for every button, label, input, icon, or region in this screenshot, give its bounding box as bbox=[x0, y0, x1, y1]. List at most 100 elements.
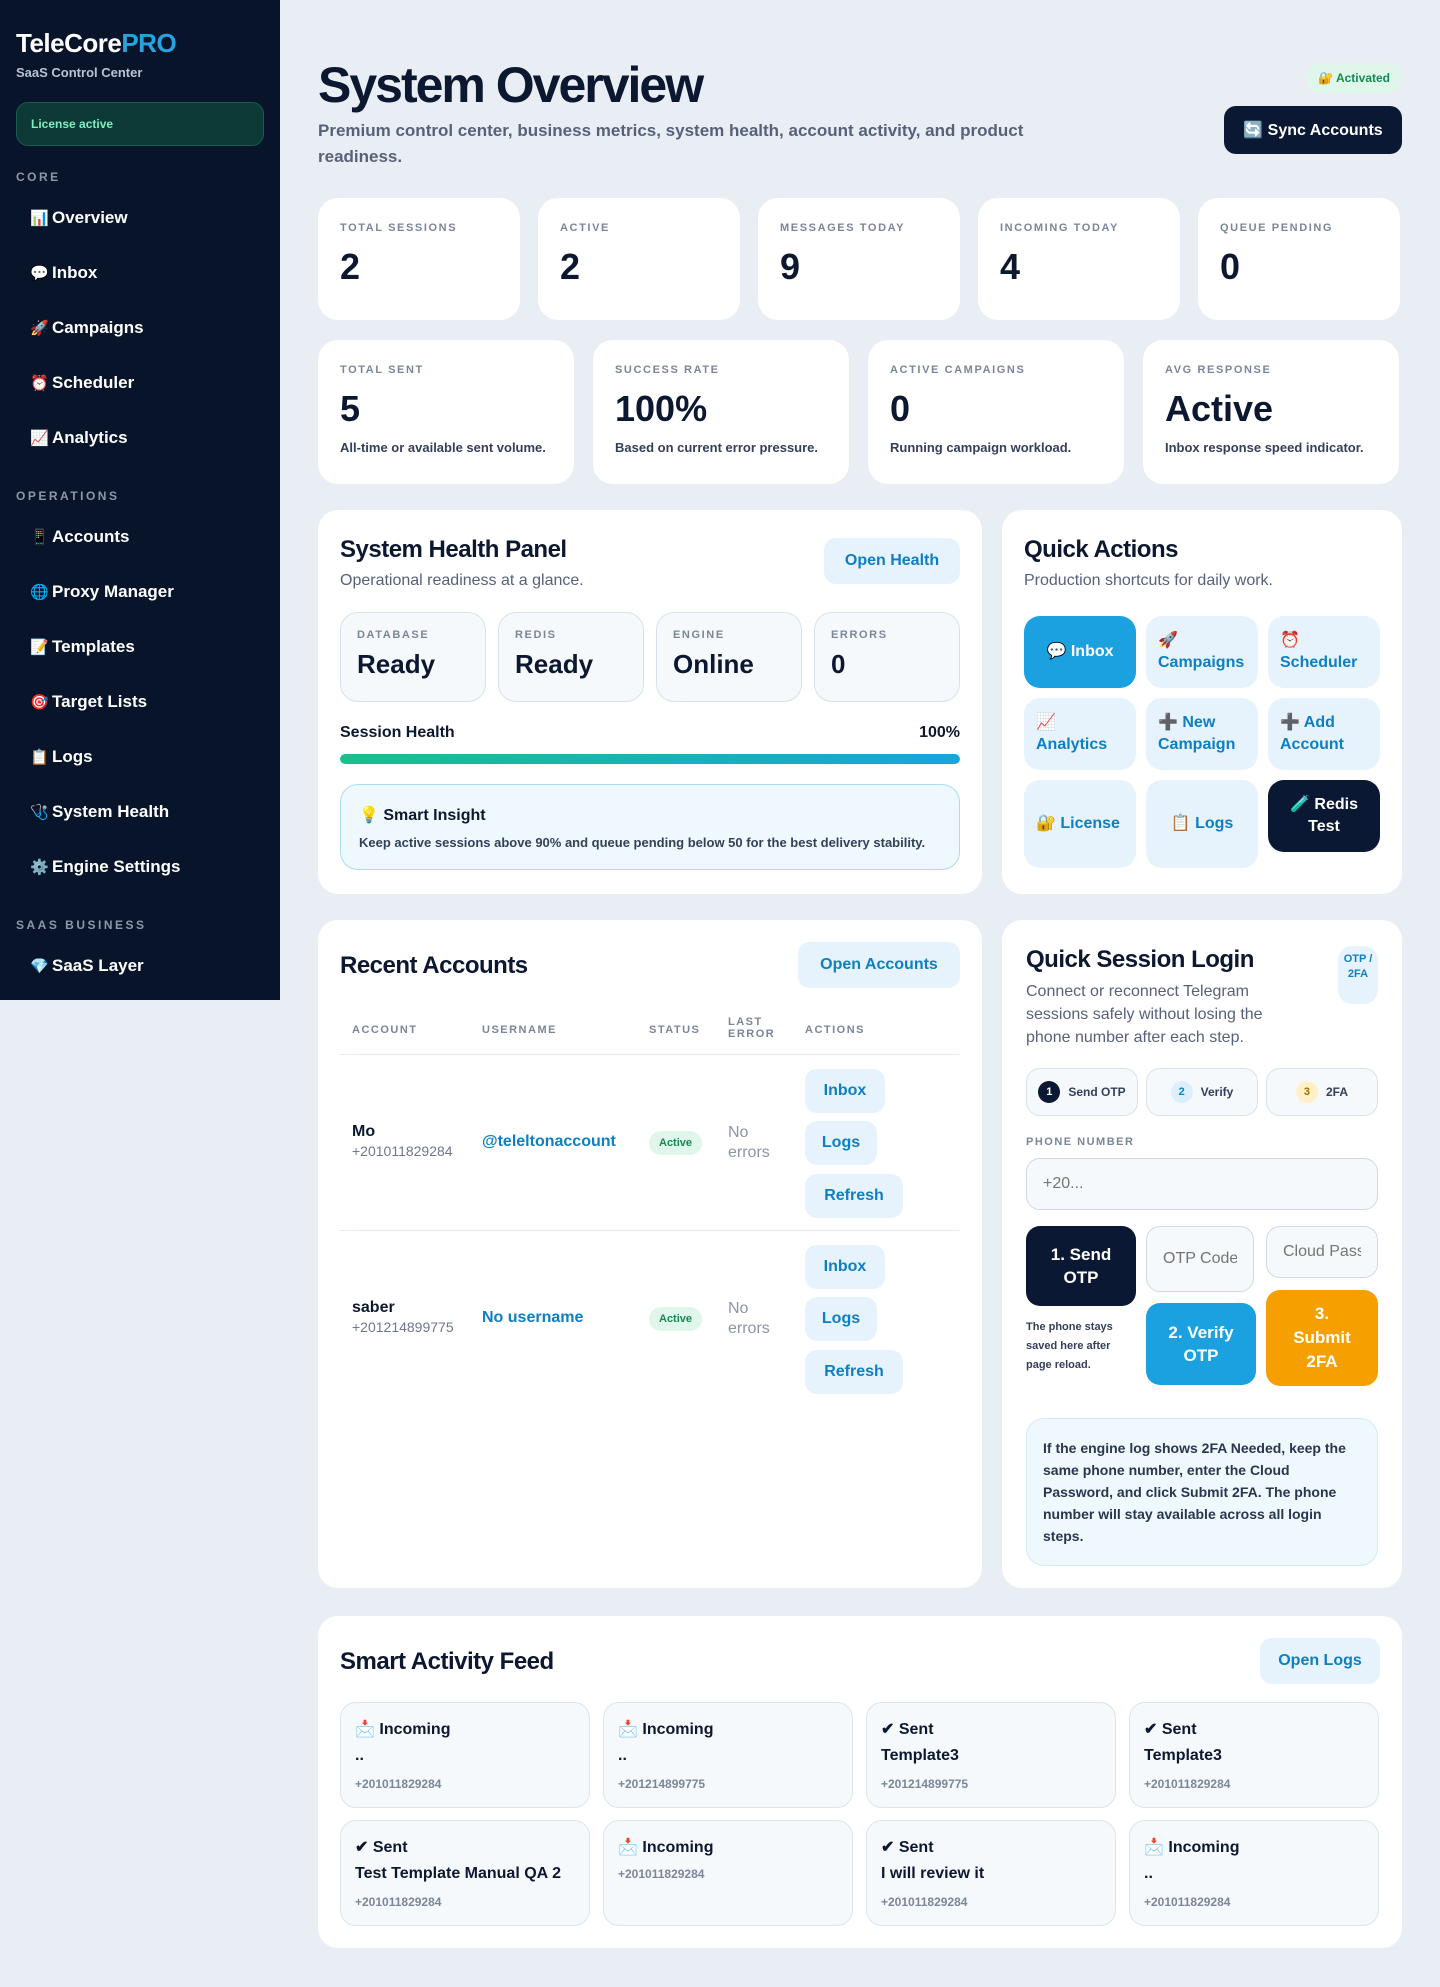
activity-item[interactable]: 📩 Incoming .. +201011829284 bbox=[1129, 1820, 1379, 1926]
sidebar-item-scheduler[interactable]: ⏰ Scheduler bbox=[16, 355, 264, 410]
activity-item[interactable]: 📩 Incoming +201011829284 bbox=[603, 1820, 853, 1926]
section-label-saas-business: SAAS BUSINESS bbox=[16, 918, 147, 932]
open-accounts-button[interactable]: Open Accounts bbox=[798, 942, 960, 988]
sidebar-item-inbox[interactable]: 💬 Inbox bbox=[16, 245, 264, 300]
sidebar-item-analytics[interactable]: 📈 Analytics bbox=[16, 410, 264, 465]
sidebar-item-accounts[interactable]: 📱 Accounts bbox=[16, 509, 264, 564]
sidebar-item-system-health[interactable]: 🩺 System Health bbox=[16, 784, 264, 839]
stat-card-success-rate: SUCCESS RATE 100% Based on current error… bbox=[593, 340, 849, 484]
activity-item[interactable]: 📩 Incoming .. +201214899775 bbox=[603, 1702, 853, 1808]
sidebar-item-saas-layer[interactable]: 💎 SaaS Layer bbox=[16, 938, 264, 993]
memo-icon: 📝 bbox=[30, 638, 49, 656]
health-box-redis: REDIS Ready bbox=[498, 612, 644, 702]
activity-body: .. bbox=[355, 1747, 364, 1764]
status-badge: Active bbox=[649, 1131, 703, 1155]
account-name: Mo bbox=[352, 1123, 376, 1140]
sidebar-item-campaigns[interactable]: 🚀 Campaigns bbox=[16, 300, 264, 355]
column-header-actions: ACTIONS bbox=[805, 1024, 865, 1036]
row-refresh-button[interactable]: Refresh bbox=[805, 1174, 903, 1218]
account-name: saber bbox=[352, 1299, 395, 1316]
stat-label: SUCCESS RATE bbox=[615, 364, 720, 376]
sidebar-item-templates[interactable]: 📝 Templates bbox=[16, 619, 264, 674]
otp-code-input[interactable] bbox=[1146, 1226, 1254, 1292]
stat-card-total-sent: TOTAL SENT 5 All-time or available sent … bbox=[318, 340, 574, 484]
brand-logo[interactable]: TeleCorePRO bbox=[16, 28, 264, 59]
stat-label: ACTIVE bbox=[560, 222, 610, 234]
alarm-clock-icon: ⏰ bbox=[30, 374, 49, 392]
send-otp-button[interactable]: 1. Send OTP bbox=[1026, 1226, 1136, 1306]
activity-phone: +201011829284 bbox=[1144, 1777, 1231, 1791]
step-2fa[interactable]: 3 2FA bbox=[1266, 1068, 1378, 1116]
step-number: 1 bbox=[1038, 1081, 1061, 1103]
submit-2fa-button[interactable]: 3. Submit 2FA bbox=[1266, 1290, 1378, 1386]
account-username[interactable]: No username bbox=[482, 1309, 583, 1327]
sidebar-item-engine-settings[interactable]: ⚙️ Engine Settings bbox=[16, 839, 264, 894]
activity-item[interactable]: ✔ Sent Template3 +201214899775 bbox=[866, 1702, 1116, 1808]
quick-action-new-campaign[interactable]: ➕ New Campaign bbox=[1146, 698, 1258, 770]
account-phone: +201011829284 bbox=[352, 1143, 453, 1159]
phone-saved-note: The phone stays saved here after page re… bbox=[1026, 1321, 1113, 1371]
step-send-otp[interactable]: 1 Send OTP bbox=[1026, 1068, 1138, 1116]
panel-title: Quick Session Login bbox=[1026, 946, 1254, 973]
globe-icon: 🌐 bbox=[30, 583, 49, 601]
open-health-button[interactable]: Open Health bbox=[824, 538, 960, 584]
health-label: REDIS bbox=[515, 629, 557, 641]
account-username[interactable]: @teleltonaccount bbox=[482, 1133, 616, 1151]
sidebar-item-proxy-manager[interactable]: 🌐 Proxy Manager bbox=[16, 564, 264, 619]
stat-value: 2 bbox=[560, 246, 581, 287]
row-logs-button[interactable]: Logs bbox=[805, 1121, 877, 1165]
step-verify[interactable]: 2 Verify bbox=[1146, 1068, 1258, 1116]
row-inbox-button[interactable]: Inbox bbox=[805, 1069, 885, 1113]
phone-number-input[interactable] bbox=[1026, 1158, 1378, 1210]
row-refresh-button[interactable]: Refresh bbox=[805, 1350, 903, 1394]
row-logs-button[interactable]: Logs bbox=[805, 1297, 877, 1341]
column-header-account: ACCOUNT bbox=[352, 1024, 418, 1036]
license-badge: License active bbox=[16, 102, 264, 146]
verify-otp-button[interactable]: 2. Verify OTP bbox=[1146, 1303, 1256, 1385]
quick-action-redis-test[interactable]: 🧪 Redis Test bbox=[1268, 780, 1380, 852]
step-label: Verify bbox=[1200, 1085, 1234, 1099]
sidebar-item-logs[interactable]: 📋 Logs bbox=[16, 729, 264, 784]
activity-item[interactable]: ✔ Sent Template3 +201011829284 bbox=[1129, 1702, 1379, 1808]
cloud-password-input[interactable] bbox=[1266, 1226, 1378, 1278]
step-label: Send OTP bbox=[1068, 1085, 1126, 1099]
quick-action-inbox[interactable]: 💬 Inbox bbox=[1024, 616, 1136, 688]
quick-actions-panel: Quick Actions Production shortcuts for d… bbox=[1002, 510, 1402, 894]
sidebar-item-target-lists[interactable]: 🎯 Target Lists bbox=[16, 674, 264, 729]
row-inbox-button[interactable]: Inbox bbox=[805, 1245, 885, 1289]
activity-phone: +201214899775 bbox=[881, 1777, 969, 1791]
step-number: 2 bbox=[1170, 1081, 1193, 1103]
quick-action-logs[interactable]: 📋 Logs bbox=[1146, 780, 1258, 868]
quick-action-analytics[interactable]: 📈 Analytics bbox=[1024, 698, 1136, 770]
health-box-database: DATABASE Ready bbox=[340, 612, 486, 702]
activity-item[interactable]: 📩 Incoming .. +201011829284 bbox=[340, 1702, 590, 1808]
sync-accounts-button[interactable]: 🔄 Sync Accounts bbox=[1224, 106, 1402, 154]
health-label: ENGINE bbox=[673, 629, 725, 641]
stat-note: Inbox response speed indicator. bbox=[1165, 440, 1364, 455]
phone-icon: 📱 bbox=[30, 528, 49, 546]
sidebar-item-label: Engine Settings bbox=[52, 856, 181, 876]
sidebar-item-label: SaaS Layer bbox=[52, 955, 144, 975]
stat-note: Based on current error pressure. bbox=[615, 440, 819, 455]
quick-action-license[interactable]: 🔐 License bbox=[1024, 780, 1136, 868]
clipboard-icon: 📋 bbox=[30, 748, 49, 766]
quick-action-add-account[interactable]: ➕ Add Account bbox=[1268, 698, 1380, 770]
brand-subtitle: SaaS Control Center bbox=[16, 65, 143, 80]
speech-bubble-icon: 💬 bbox=[30, 264, 49, 282]
section-label-operations: OPERATIONS bbox=[16, 489, 120, 503]
stat-label: ACTIVE CAMPAIGNS bbox=[890, 364, 1026, 376]
activity-item[interactable]: ✔ Sent I will review it +201011829284 bbox=[866, 1820, 1116, 1926]
gear-icon: ⚙️ bbox=[30, 858, 49, 876]
sidebar-item-overview[interactable]: 📊 Overview bbox=[16, 190, 264, 245]
stat-value: 0 bbox=[1220, 246, 1241, 287]
quick-action-scheduler[interactable]: ⏰ Scheduler bbox=[1268, 616, 1380, 688]
column-header-last-error: LAST ERROR bbox=[728, 1016, 776, 1040]
stat-label: INCOMING TODAY bbox=[1000, 222, 1119, 234]
activity-title: ✔ Sent bbox=[1144, 1721, 1197, 1738]
target-icon: 🎯 bbox=[30, 693, 49, 711]
open-logs-button[interactable]: Open Logs bbox=[1260, 1638, 1380, 1684]
quick-action-campaigns[interactable]: 🚀 Campaigns bbox=[1146, 616, 1258, 688]
stethoscope-icon: 🩺 bbox=[30, 803, 49, 821]
activity-item[interactable]: ✔ Sent Test Template Manual QA 2 +201011… bbox=[340, 1820, 590, 1926]
insight-title: 💡 Smart Insight bbox=[359, 807, 486, 824]
